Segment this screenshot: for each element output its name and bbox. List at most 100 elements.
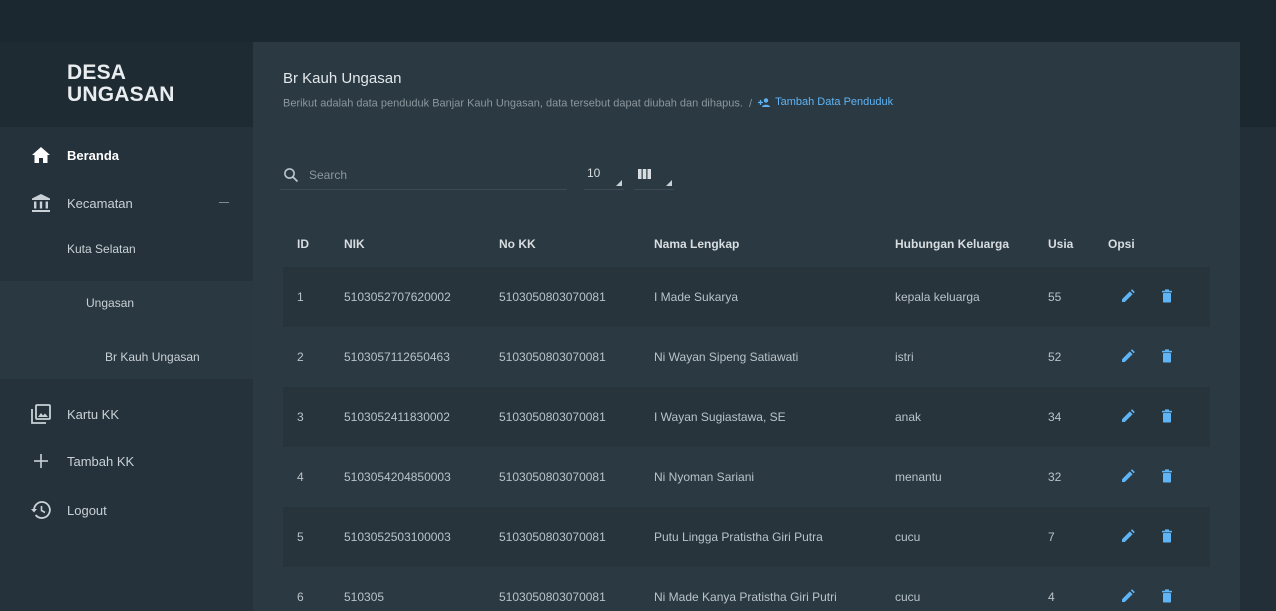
sidebar-subitem-br-kauh-ungasan[interactable]: Br Kauh Ungasan	[105, 350, 200, 364]
sidebar-item-kecamatan[interactable]: Kecamatan	[0, 179, 253, 227]
page-description: Berikut adalah data penduduk Banjar Kauh…	[283, 97, 743, 110]
edit-icon[interactable]	[1121, 589, 1135, 603]
cell-nama: Ni Wayan Sipeng Satiawati	[654, 350, 799, 364]
brand-title[interactable]: DESA UNGASAN	[67, 62, 175, 106]
cell-hubungan: cucu	[895, 590, 921, 604]
dropdown-arrow-icon	[616, 180, 622, 186]
cell-no-kk: 5103050803070081	[499, 470, 606, 484]
delete-icon[interactable]	[1160, 469, 1174, 483]
delete-icon[interactable]	[1160, 529, 1174, 543]
table-header: ID NIK No KK Nama Lengkap Hubungan Kelua…	[283, 222, 1210, 266]
cell-id: 1	[297, 290, 304, 304]
brand-line-1: DESA	[67, 61, 127, 84]
table-row: 3 5103052411830002 5103050803070081 I Wa…	[283, 387, 1210, 447]
cell-no-kk: 5103050803070081	[499, 350, 606, 364]
page-title: Br Kauh Ungasan	[283, 70, 402, 87]
sidebar-item-logout[interactable]: Logout	[0, 486, 253, 534]
cell-usia: 7	[1048, 530, 1055, 544]
column-header-nik[interactable]: NIK	[344, 237, 365, 251]
delete-icon[interactable]	[1160, 409, 1174, 423]
table-row: 1 5103052707620002 5103050803070081 I Ma…	[283, 267, 1210, 327]
cell-nama: I Made Sukarya	[654, 290, 739, 304]
table-row: 4 5103054204850003 5103050803070081 Ni N…	[283, 447, 1210, 507]
view-column-icon	[638, 169, 651, 179]
sidebar-item-label: Beranda	[67, 147, 120, 163]
cell-nik: 510305	[344, 590, 385, 604]
column-header-nama[interactable]: Nama Lengkap	[654, 237, 739, 251]
page-size-select[interactable]: 10	[584, 160, 624, 190]
cell-usia: 4	[1048, 590, 1055, 604]
cell-nama: Ni Made Kanya Pratistha Giri Putri	[654, 590, 837, 604]
cell-no-kk: 5103050803070081	[499, 590, 606, 604]
edit-icon[interactable]	[1121, 409, 1135, 423]
column-header-id[interactable]: ID	[297, 237, 309, 251]
cell-id: 2	[297, 350, 304, 364]
edit-icon[interactable]	[1121, 349, 1135, 363]
separator: /	[748, 97, 753, 110]
cell-usia: 34	[1048, 410, 1062, 424]
cell-usia: 52	[1048, 350, 1062, 364]
cell-hubungan: anak	[895, 410, 922, 424]
sidebar-item-kartu-kk[interactable]: Kartu KK	[0, 390, 253, 438]
dropdown-arrow-icon	[666, 180, 672, 186]
cell-nik: 5103052411830002	[344, 410, 450, 424]
edit-icon[interactable]	[1121, 469, 1135, 483]
home-icon	[31, 145, 51, 165]
cell-id: 3	[297, 410, 304, 424]
history-icon	[31, 500, 51, 520]
brand: DESA UNGASAN	[0, 42, 253, 127]
brand-line-2: UNGASAN	[67, 83, 175, 106]
column-header-no-kk[interactable]: No KK	[499, 237, 536, 251]
sidebar-item-label: Tambah KK	[67, 453, 135, 469]
cell-usia: 32	[1048, 470, 1062, 484]
sidebar-item-label: Kecamatan	[67, 195, 133, 211]
cell-nik: 5103057112650463	[344, 350, 450, 364]
edit-icon[interactable]	[1121, 529, 1135, 543]
cell-no-kk: 5103050803070081	[499, 530, 606, 544]
cell-nama: I Wayan Sugiastawa, SE	[654, 410, 786, 424]
column-header-hubungan[interactable]: Hubungan Keluarga	[895, 237, 1009, 251]
cell-hubungan: cucu	[895, 530, 921, 544]
sidebar-item-label: Kartu KK	[67, 406, 120, 422]
group-add-icon	[758, 97, 771, 107]
photo-library-icon	[31, 404, 51, 424]
column-header-opsi: Opsi	[1108, 237, 1135, 251]
search-input[interactable]	[309, 167, 549, 182]
plus-icon	[31, 451, 51, 471]
cell-no-kk: 5103050803070081	[499, 290, 606, 304]
cell-hubungan: istri	[895, 350, 914, 364]
column-header-usia[interactable]: Usia	[1048, 237, 1073, 251]
table-row: 5 5103052503100003 5103050803070081 Putu…	[283, 507, 1210, 567]
sidebar-subitem-kuta-selatan[interactable]: Kuta Selatan	[67, 242, 136, 256]
sidebar-item-beranda[interactable]: Beranda	[0, 131, 253, 179]
add-resident-label: Tambah Data Penduduk	[775, 96, 894, 108]
search-field	[280, 160, 567, 190]
cell-nik: 5103052503100003	[344, 530, 451, 544]
cell-id: 6	[297, 590, 304, 604]
page-subtitle: Berikut adalah data penduduk Banjar Kauh…	[283, 96, 893, 110]
columns-select[interactable]	[634, 160, 674, 190]
sidebar-item-label: Logout	[67, 502, 107, 518]
table-row: 6 510305 5103050803070081 Ni Made Kanya …	[283, 567, 1210, 611]
cell-nama: Ni Nyoman Sariani	[654, 470, 755, 484]
sidebar-subitem-ungasan[interactable]: Ungasan	[86, 296, 134, 310]
add-resident-link[interactable]: Tambah Data Penduduk	[758, 96, 893, 108]
delete-icon[interactable]	[1160, 289, 1174, 303]
cell-hubungan: kepala keluarga	[895, 290, 980, 304]
page-size-value: 10	[587, 166, 601, 180]
delete-icon[interactable]	[1160, 589, 1174, 603]
edit-icon[interactable]	[1121, 289, 1135, 303]
cell-id: 4	[297, 470, 304, 484]
cell-usia: 55	[1048, 290, 1062, 304]
cell-nama: Putu Lingga Pratistha Giri Putra	[654, 530, 823, 544]
collapse-icon[interactable]	[219, 202, 229, 203]
cell-no-kk: 5103050803070081	[499, 410, 606, 424]
cell-nik: 5103052707620002	[344, 290, 451, 304]
search-icon	[284, 167, 299, 182]
sidebar: DESA UNGASAN Beranda Kecamatan Kuta Sela…	[0, 42, 253, 611]
cell-hubungan: menantu	[895, 470, 942, 484]
delete-icon[interactable]	[1160, 349, 1174, 363]
main-content: Br Kauh Ungasan Berikut adalah data pend…	[253, 42, 1240, 611]
sidebar-item-tambah-kk[interactable]: Tambah KK	[0, 437, 253, 485]
institution-icon	[31, 193, 51, 213]
